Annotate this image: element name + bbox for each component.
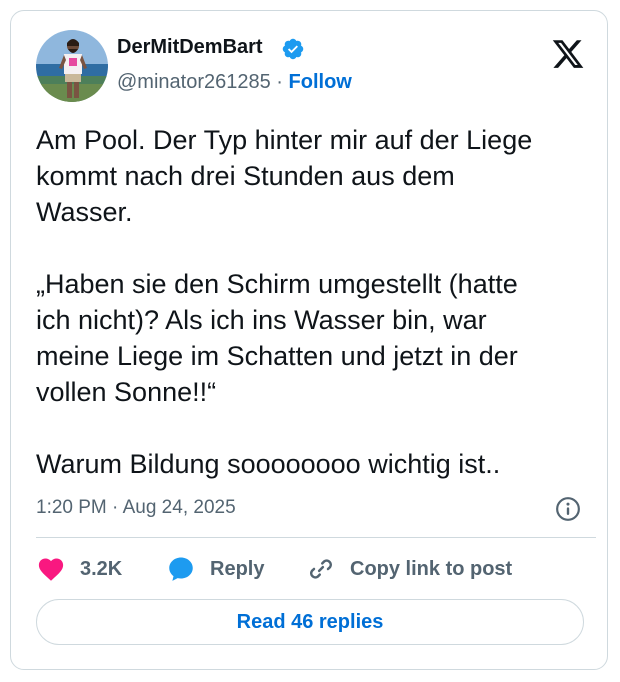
tweet-blank-line (36, 230, 596, 266)
like-count: 3.2K (80, 557, 123, 580)
info-icon[interactable] (555, 496, 581, 522)
link-icon (310, 559, 332, 579)
tweet-line: meine Liege im Schatten und jetzt in der (36, 341, 518, 371)
tweet-line: vollen Sonne!!“ (36, 377, 217, 407)
avatar-image (36, 30, 108, 102)
read-replies-button[interactable]: Read 46 replies (36, 599, 584, 645)
tweet-line: ich nicht)? Als ich ins Wasser bin, war (36, 305, 487, 335)
tweet-timestamp[interactable]: 1:20 PM · Aug 24, 2025 (36, 497, 236, 519)
tweet-line: Am Pool. Der Typ hinter mir auf der Lieg… (36, 125, 533, 155)
copy-link-button[interactable]: Copy link to post (306, 551, 512, 587)
reply-button[interactable]: Reply (166, 551, 264, 587)
author-display-name[interactable]: DerMitDemBart (117, 36, 263, 59)
author-handle[interactable]: @minator261285 (117, 71, 271, 93)
handle-separator: · (276, 71, 283, 93)
tweet-line: Wasser. (36, 197, 133, 227)
copy-link-label: Copy link to post (350, 557, 513, 580)
avatar[interactable] (36, 30, 108, 102)
tweet-line: „Haben sie den Schirm umgestellt (hatte (36, 269, 518, 299)
reply-bubble-icon (169, 557, 193, 581)
tweet-line: kommt nach drei Stunden aus dem (36, 161, 455, 191)
action-bar: 3.2K Reply Copy link to post (36, 551, 596, 587)
tweet-text: Am Pool. Der Typ hinter mir auf der Lieg… (36, 122, 596, 482)
reply-label: Reply (210, 557, 265, 580)
tweet-line: Warum Bildung soooooooo wichtig ist.. (36, 449, 501, 479)
follow-button[interactable]: Follow (289, 71, 352, 93)
tweet-blank-line (36, 410, 596, 446)
x-logo-icon[interactable] (551, 37, 585, 71)
heart-icon (38, 558, 64, 581)
verified-badge-icon (282, 38, 304, 60)
divider (36, 537, 596, 538)
tweet-card: DerMitDemBart @minator261285 · Follow Am… (10, 10, 608, 670)
like-button[interactable]: 3.2K (36, 551, 122, 587)
author-handle-row: @minator261285 · Follow (117, 71, 352, 94)
